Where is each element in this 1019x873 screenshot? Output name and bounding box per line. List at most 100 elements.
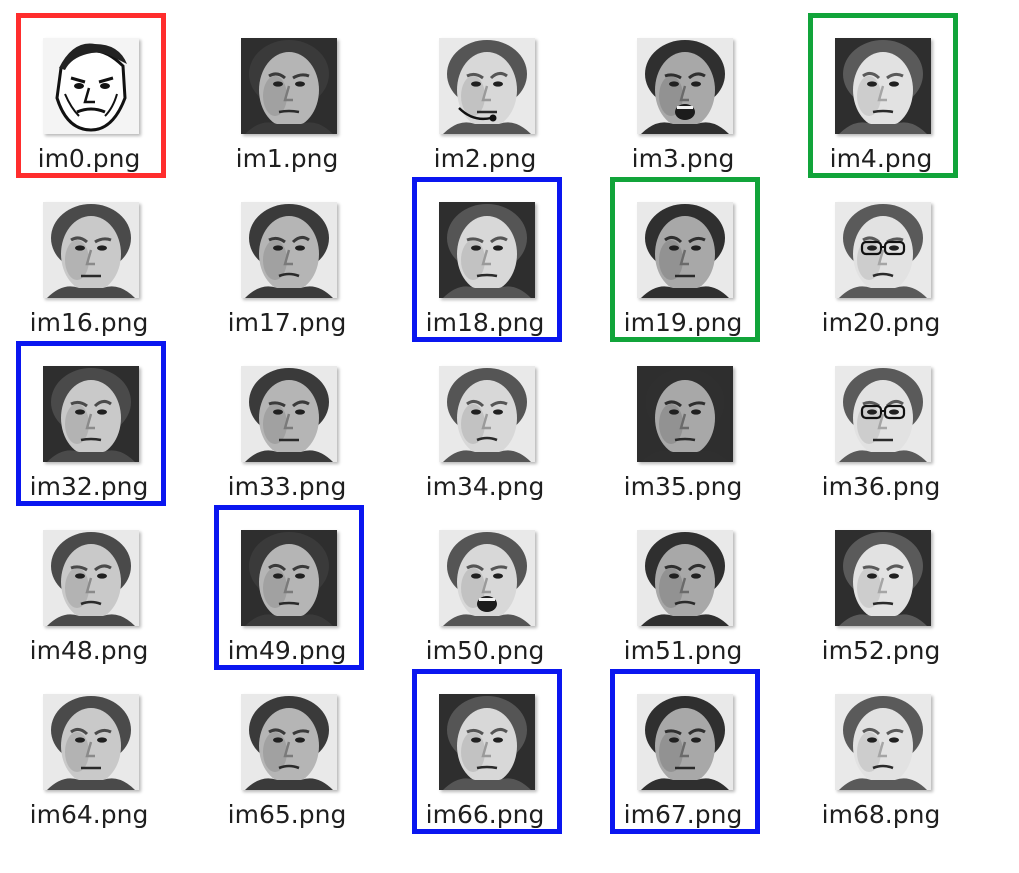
file-name-label[interactable]: im34.png — [415, 472, 555, 502]
image-thumbnail[interactable] — [241, 366, 337, 462]
image-thumbnail[interactable] — [637, 202, 733, 298]
face-icon — [439, 202, 535, 298]
image-thumbnail[interactable] — [439, 694, 535, 790]
image-thumbnail[interactable] — [637, 366, 733, 462]
file-item[interactable]: im68.png — [811, 682, 951, 840]
file-item[interactable]: im18.png — [412, 177, 562, 348]
face-glasses-icon — [835, 202, 931, 298]
face-icon — [637, 38, 733, 134]
image-thumbnail[interactable] — [835, 694, 931, 790]
image-thumbnail[interactable] — [835, 366, 931, 462]
file-item[interactable]: im66.png — [412, 669, 562, 840]
face-glasses-icon — [835, 366, 931, 462]
face-icon — [241, 530, 337, 626]
file-name-label[interactable]: im64.png — [19, 800, 159, 830]
face-icon — [43, 530, 139, 626]
file-name-label[interactable]: im17.png — [217, 308, 357, 338]
file-name-label[interactable]: im4.png — [811, 144, 951, 174]
file-item[interactable]: im65.png — [217, 682, 357, 840]
file-item[interactable]: im36.png — [811, 354, 951, 512]
file-name-label[interactable]: im36.png — [811, 472, 951, 502]
file-item[interactable]: im4.png — [808, 13, 958, 184]
image-thumbnail[interactable] — [241, 530, 337, 626]
file-name-label[interactable]: im68.png — [811, 800, 951, 830]
image-thumbnail[interactable] — [439, 202, 535, 298]
file-name-label[interactable]: im18.png — [415, 308, 555, 338]
image-thumbnail[interactable] — [43, 38, 139, 134]
file-item[interactable]: im17.png — [217, 190, 357, 348]
file-name-label[interactable]: im48.png — [19, 636, 159, 666]
face-icon — [835, 38, 931, 134]
file-item[interactable]: im2.png — [415, 26, 555, 184]
file-name-label[interactable]: im0.png — [19, 144, 159, 174]
face-icon — [241, 38, 337, 134]
file-item[interactable]: im33.png — [217, 354, 357, 512]
file-item[interactable]: im1.png — [217, 26, 357, 184]
file-icon-grid: im0.png im1.png im2.png im3.png im4.png im16.… — [0, 0, 1019, 873]
image-thumbnail[interactable] — [835, 202, 931, 298]
face-icon — [439, 694, 535, 790]
image-thumbnail[interactable] — [43, 694, 139, 790]
face-icon — [43, 694, 139, 790]
file-name-label[interactable]: im32.png — [19, 472, 159, 502]
face-icon — [439, 530, 535, 626]
face-icon — [43, 202, 139, 298]
file-item[interactable]: im51.png — [613, 518, 753, 676]
file-name-label[interactable]: im19.png — [613, 308, 753, 338]
image-thumbnail[interactable] — [43, 202, 139, 298]
file-item[interactable]: im19.png — [610, 177, 760, 348]
file-item[interactable]: im50.png — [415, 518, 555, 676]
file-item[interactable]: im49.png — [214, 505, 364, 676]
image-thumbnail[interactable] — [241, 202, 337, 298]
file-item[interactable]: im20.png — [811, 190, 951, 348]
file-name-label[interactable]: im1.png — [217, 144, 357, 174]
image-thumbnail[interactable] — [241, 38, 337, 134]
file-item[interactable]: im52.png — [811, 518, 951, 676]
image-thumbnail[interactable] — [637, 38, 733, 134]
file-name-label[interactable]: im49.png — [217, 636, 357, 666]
face-icon — [439, 366, 535, 462]
file-name-label[interactable]: im51.png — [613, 636, 753, 666]
file-name-label[interactable]: im50.png — [415, 636, 555, 666]
file-name-label[interactable]: im66.png — [415, 800, 555, 830]
image-thumbnail[interactable] — [439, 366, 535, 462]
face-icon — [637, 530, 733, 626]
file-item[interactable]: im0.png — [16, 13, 166, 184]
image-thumbnail[interactable] — [637, 530, 733, 626]
image-thumbnail[interactable] — [439, 530, 535, 626]
face-icon — [241, 202, 337, 298]
file-name-label[interactable]: im20.png — [811, 308, 951, 338]
file-item[interactable]: im3.png — [613, 26, 753, 184]
file-name-label[interactable]: im33.png — [217, 472, 357, 502]
file-item[interactable]: im67.png — [610, 669, 760, 840]
file-name-label[interactable]: im65.png — [217, 800, 357, 830]
image-thumbnail[interactable] — [43, 530, 139, 626]
file-name-label[interactable]: im2.png — [415, 144, 555, 174]
face-icon — [637, 366, 733, 462]
file-name-label[interactable]: im35.png — [613, 472, 753, 502]
face-icon — [835, 694, 931, 790]
file-name-label[interactable]: im3.png — [613, 144, 753, 174]
face-icon — [637, 202, 733, 298]
face-icon — [835, 530, 931, 626]
face-headset-icon — [439, 38, 535, 134]
file-item[interactable]: im35.png — [613, 354, 753, 512]
image-thumbnail[interactable] — [439, 38, 535, 134]
image-thumbnail[interactable] — [637, 694, 733, 790]
file-name-label[interactable]: im67.png — [613, 800, 753, 830]
file-item[interactable]: im16.png — [19, 190, 159, 348]
file-name-label[interactable]: im52.png — [811, 636, 951, 666]
file-item[interactable]: im48.png — [19, 518, 159, 676]
face-icon — [241, 366, 337, 462]
file-item[interactable]: im64.png — [19, 682, 159, 840]
face-icon — [637, 694, 733, 790]
file-name-label[interactable]: im16.png — [19, 308, 159, 338]
face-icon — [241, 694, 337, 790]
file-item[interactable]: im34.png — [415, 354, 555, 512]
file-item[interactable]: im32.png — [16, 341, 166, 512]
image-thumbnail[interactable] — [241, 694, 337, 790]
image-thumbnail[interactable] — [835, 530, 931, 626]
image-thumbnail[interactable] — [43, 366, 139, 462]
image-thumbnail[interactable] — [835, 38, 931, 134]
face-icon — [43, 366, 139, 462]
